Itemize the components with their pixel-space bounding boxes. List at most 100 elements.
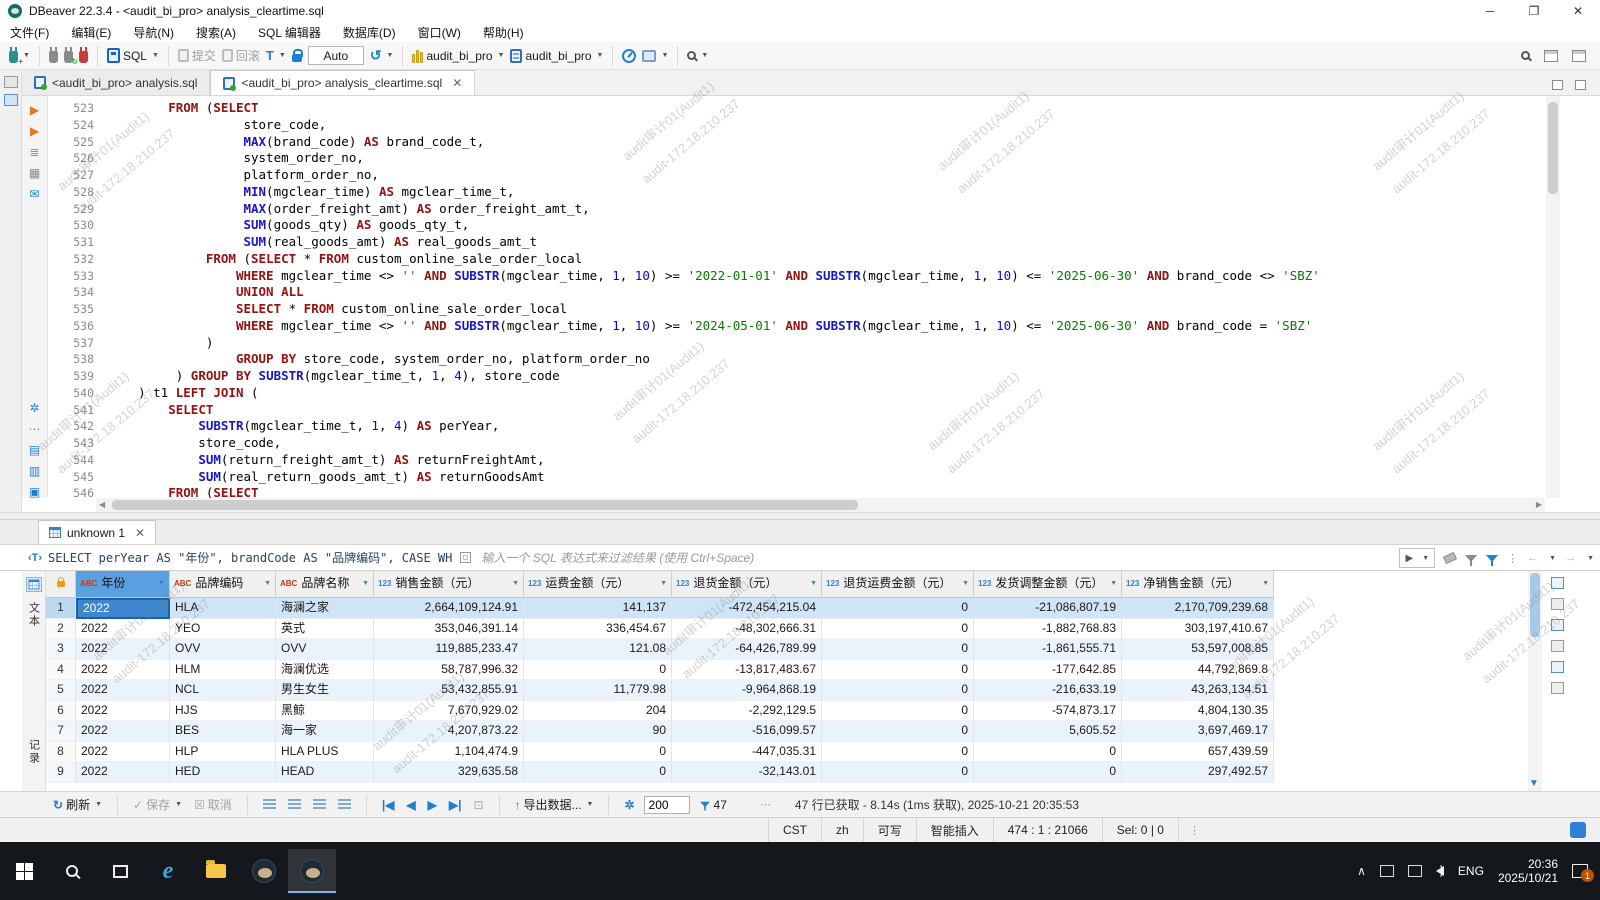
grid-cell[interactable]: 0	[524, 659, 672, 680]
grid-cell[interactable]: 0	[974, 741, 1122, 762]
dbeaver-taskbar-button[interactable]	[240, 849, 288, 893]
row-number[interactable]: 6	[46, 700, 76, 721]
dashboard-button[interactable]	[619, 48, 639, 63]
presentation-grid-tab[interactable]	[25, 577, 42, 592]
grid-cell[interactable]: 297,492.57	[1122, 762, 1274, 783]
grid-cell[interactable]: 657,439.59	[1122, 741, 1274, 762]
grid-cell[interactable]: -1,882,768.83	[974, 618, 1122, 639]
sort-dropdown-icon[interactable]: ▼	[264, 574, 271, 594]
grid-cell[interactable]: 0	[822, 680, 974, 701]
expand-filter-icon[interactable]	[460, 552, 472, 563]
fetch-count-indicator[interactable]: 47	[696, 798, 730, 812]
maximize-editor-icon[interactable]	[1575, 80, 1586, 90]
column-header-1[interactable]: ABC 品牌编码 ▼	[170, 571, 276, 598]
grid-cell[interactable]: 0	[822, 741, 974, 762]
more-options-icon[interactable]: ⋯	[29, 423, 41, 435]
close-tab-icon[interactable]: ✕	[452, 76, 462, 90]
metadata-panel-icon[interactable]	[1550, 619, 1564, 631]
code-text[interactable]: GROUP BY store_code, system_order_no, pl…	[108, 351, 650, 368]
grid-cell[interactable]: 2022	[76, 598, 170, 619]
grid-cell[interactable]: 44,792,869.8	[1122, 659, 1274, 680]
grid-cell[interactable]: NCL	[170, 680, 276, 701]
output-panel-icon[interactable]: ▤	[29, 444, 40, 456]
scrollbar-thumb[interactable]	[1548, 102, 1558, 194]
export-data-button[interactable]: ↑ 导出数据... ▼	[512, 796, 597, 813]
grid-cell[interactable]: HEAD	[276, 762, 374, 783]
reconnect-button[interactable]: ↻	[61, 47, 78, 66]
scroll-left-icon[interactable]: ◀	[99, 500, 105, 509]
grid-cell[interactable]: 海一家	[276, 721, 374, 742]
grid-cell[interactable]: HLP	[170, 741, 276, 762]
grid-cell[interactable]: 121.08	[524, 639, 672, 660]
presentation-record-tab[interactable]: 记录	[26, 739, 42, 765]
code-text[interactable]: ) GROUP BY SUBSTR(mgclear_time_t, 1, 4),…	[108, 368, 560, 385]
transaction-log-button[interactable]: ↺ ▼	[367, 47, 397, 64]
network-profile-button[interactable]: ▼	[639, 49, 671, 62]
grid-cell[interactable]: OVV	[170, 639, 276, 660]
grid-cell[interactable]: -516,099.57	[672, 721, 822, 742]
code-text[interactable]: UNION ALL	[108, 284, 304, 301]
menu-item-6[interactable]: 窗口(W)	[418, 24, 461, 41]
menu-item-3[interactable]: 搜索(A)	[196, 24, 236, 41]
grid-cell[interactable]: 0	[524, 741, 672, 762]
grid-cell[interactable]: 336,454.67	[524, 618, 672, 639]
grid-cell[interactable]: 329,635.58	[374, 762, 524, 783]
grid-cell[interactable]: 3,697,469.17	[1122, 721, 1274, 742]
grid-cell[interactable]: 1,104,474.9	[374, 741, 524, 762]
database-navigator-icon[interactable]	[3, 94, 18, 106]
code-text[interactable]: store_code,	[108, 117, 326, 134]
row-number[interactable]: 8	[46, 741, 76, 762]
grid-cell[interactable]: HJS	[170, 700, 276, 721]
code-text[interactable]: FROM (SELECT * FROM custom_online_sale_o…	[108, 251, 582, 268]
grid-cell[interactable]: 0	[822, 618, 974, 639]
custom-filter-icon[interactable]	[1486, 554, 1499, 566]
editor-horizontal-scrollbar[interactable]: ◀ ▶	[96, 498, 1545, 512]
previous-row-button[interactable]: ◀	[403, 798, 418, 812]
status-segment-3[interactable]: 智能插入	[915, 817, 993, 843]
grid-cell[interactable]: HLM	[170, 659, 276, 680]
column-header-7[interactable]: 123 发货调整金额（元） ▼	[974, 571, 1122, 598]
close-button[interactable]: ✕	[1556, 0, 1600, 22]
search-button[interactable]: ▼	[684, 51, 711, 60]
grid-cell[interactable]: 2,664,109,124.91	[374, 598, 524, 619]
code-text[interactable]: SUM(goods_qty) AS goods_qty_t,	[108, 217, 469, 234]
grid-cell[interactable]: -64,426,789.99	[672, 639, 822, 660]
commit-button[interactable]: 提交	[175, 47, 219, 64]
row-number[interactable]: 9	[46, 762, 76, 783]
grid-cell[interactable]: 2022	[76, 741, 170, 762]
goto-row-button[interactable]: ⊡	[470, 798, 486, 812]
grid-cell[interactable]: 2022	[76, 700, 170, 721]
menu-item-7[interactable]: 帮助(H)	[483, 24, 524, 41]
clear-filter-icon[interactable]	[1442, 551, 1458, 565]
tab-analysis-sql[interactable]: <audit_bi_pro> analysis.sql	[22, 70, 211, 95]
close-results-tab-icon[interactable]: ✕	[135, 526, 145, 540]
task-view-button[interactable]	[96, 849, 144, 893]
grid-cell[interactable]: 0	[822, 700, 974, 721]
scroll-right-icon[interactable]: ▶	[1536, 500, 1542, 509]
grid-cell[interactable]: 2022	[76, 659, 170, 680]
row-number[interactable]: 1	[46, 598, 76, 619]
menu-item-1[interactable]: 编辑(E)	[71, 24, 111, 41]
grid-cell[interactable]: 2022	[76, 762, 170, 783]
grid-cell[interactable]: 2022	[76, 639, 170, 660]
code-text[interactable]: )	[108, 335, 214, 352]
grid-cell[interactable]: 11,779.98	[524, 680, 672, 701]
minimize-editor-icon[interactable]	[1552, 80, 1563, 90]
grid-cell[interactable]: 0	[822, 659, 974, 680]
tray-device-icon[interactable]	[1379, 865, 1394, 877]
sort-dropdown-icon[interactable]: ▼	[362, 574, 369, 594]
value-viewer-icon[interactable]	[1550, 577, 1564, 589]
delete-row-button[interactable]	[335, 799, 354, 810]
grid-cell[interactable]: 53,432,855.91	[374, 680, 524, 701]
row-number[interactable]: 5	[46, 680, 76, 701]
column-header-8[interactable]: 123 净销售金额（元） ▼	[1122, 571, 1274, 598]
code-area[interactable]: 523 FROM (SELECT 524 store_code, 525 MAX(b…	[48, 100, 1546, 498]
row-number[interactable]: 2	[46, 618, 76, 639]
grid-cell[interactable]: -2,292,129.5	[672, 700, 822, 721]
restore-panel-icon[interactable]	[3, 76, 18, 88]
code-text[interactable]: FROM (SELECT	[108, 485, 258, 498]
code-text[interactable]: SUM(real_return_goods_amt_t) AS returnGo…	[108, 469, 544, 486]
sort-dropdown-icon[interactable]: ▼	[660, 574, 667, 594]
taskbar-search-button[interactable]	[48, 849, 96, 893]
explain-plan-icon[interactable]: ▦	[29, 167, 40, 179]
